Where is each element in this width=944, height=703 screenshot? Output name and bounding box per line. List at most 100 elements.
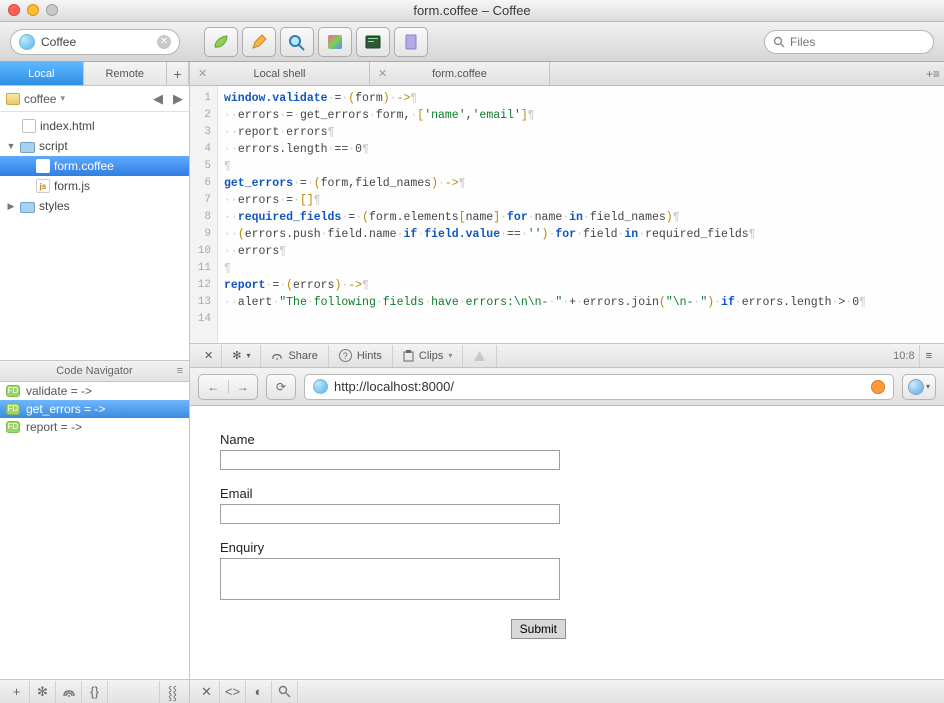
enquiry-textarea[interactable]	[220, 558, 560, 600]
preview-back-button[interactable]: ←	[199, 380, 229, 394]
site-breadcrumb[interactable]: coffee ▾ ◀ ▶	[0, 86, 189, 112]
close-tab-icon[interactable]: ✕	[198, 67, 207, 80]
leaf-tool-button[interactable]	[204, 27, 238, 57]
gear-menu-button[interactable]: ✻▾	[222, 345, 261, 367]
inspect-button[interactable]: ◐	[246, 681, 272, 703]
cursor-position: 10:8	[893, 350, 918, 362]
name-label: Name	[220, 432, 914, 447]
color-tool-button[interactable]	[318, 27, 352, 57]
email-input[interactable]	[220, 504, 560, 524]
editor-bottom-toolbar: ✕ <> ◐	[190, 679, 944, 703]
window-titlebar: form.coffee – Coffee	[0, 0, 944, 22]
stop-loading-icon[interactable]	[871, 380, 885, 394]
add-file-button[interactable]: +	[4, 681, 30, 703]
toolbar-buttons	[204, 27, 428, 57]
close-window-button[interactable]	[8, 4, 20, 16]
file-icon	[22, 119, 36, 133]
preview-reload-button[interactable]: ⟳	[266, 374, 296, 400]
clear-site-icon[interactable]: ✕	[157, 35, 171, 49]
window-title: form.coffee – Coffee	[413, 3, 530, 18]
symbol-name: report = ->	[26, 420, 82, 434]
file-name: form.coffee	[54, 159, 114, 173]
preview-url: http://localhost:8000/	[334, 379, 865, 394]
editor-tabs: ✕ Local shell ✕ form.coffee +≡	[190, 62, 944, 86]
form-field-name: Name	[220, 432, 914, 470]
code-content[interactable]: window.validate·=·(form)·->¶··errors·=·g…	[218, 86, 944, 343]
split-pane-button[interactable]: ⸾⸾	[159, 681, 185, 703]
disclosure-closed-icon[interactable]: ▶	[6, 201, 16, 212]
globe-icon	[19, 34, 35, 50]
file-tree-item[interactable]: js form.js	[0, 176, 189, 196]
clips-label: Clips	[419, 350, 443, 362]
email-label: Email	[220, 486, 914, 501]
preview-forward-button[interactable]: →	[229, 380, 258, 394]
close-preview-button[interactable]: ✕	[194, 681, 220, 703]
settings-button[interactable]: ✻	[30, 681, 56, 703]
options-menu-button[interactable]: ≡	[919, 345, 938, 367]
globe-icon	[313, 379, 328, 394]
close-tab-icon[interactable]: ✕	[378, 67, 387, 80]
form-field-enquiry: Enquiry	[220, 540, 914, 603]
sidebar-bottom-toolbar: + ✻ {} ⸾⸾	[0, 679, 189, 703]
file-tree-folder[interactable]: ▶ styles	[0, 196, 189, 216]
clips-button[interactable]: Clips ▾	[393, 345, 463, 367]
code-navigator-item[interactable]: FD get_errors = ->	[0, 400, 189, 418]
folder-icon	[20, 202, 35, 213]
code-navigator-item[interactable]: FD validate = ->	[0, 382, 189, 400]
chevron-down-icon: ▾	[60, 93, 65, 104]
editor-area: ✕ Local shell ✕ form.coffee +≡ 123456789…	[190, 62, 944, 703]
menu-icon[interactable]: ≡	[177, 365, 183, 377]
tab-overflow-button[interactable]: +≡	[926, 67, 940, 81]
sidebar-tab-add[interactable]: +	[167, 62, 189, 85]
submit-button[interactable]: Submit	[511, 619, 566, 639]
code-view-button[interactable]: <>	[220, 681, 246, 703]
preview-address-bar[interactable]: http://localhost:8000/	[304, 374, 894, 400]
zoom-window-button[interactable]	[46, 4, 58, 16]
site-name: coffee	[24, 92, 56, 106]
book-tool-button[interactable]	[394, 27, 428, 57]
warning-icon	[473, 350, 486, 362]
terminal-tool-button[interactable]	[356, 27, 390, 57]
minimize-window-button[interactable]	[27, 4, 39, 16]
preview-nav-buttons: ← →	[198, 374, 258, 400]
line-number-gutter: 1234567891011121314	[190, 86, 218, 343]
file-name: index.html	[40, 119, 95, 133]
sidebar-tab-local[interactable]: Local	[0, 62, 84, 85]
publish-button[interactable]	[56, 681, 82, 703]
site-selector[interactable]: Coffee ✕	[10, 29, 180, 55]
nav-forward-button[interactable]: ▶	[173, 91, 183, 107]
code-editor[interactable]: 1234567891011121314 window.validate·=·(f…	[190, 86, 944, 344]
hints-button[interactable]: ? Hints	[329, 345, 393, 367]
folder-name: script	[39, 139, 68, 153]
function-badge-icon: FD	[6, 421, 20, 433]
preview-toolbar: ← → ⟳ http://localhost:8000/ ▾	[190, 368, 944, 406]
disclosure-open-icon[interactable]: ▼	[6, 141, 16, 151]
search-button[interactable]	[272, 681, 298, 703]
chevron-down-icon: ▾	[926, 382, 930, 391]
name-input[interactable]	[220, 450, 560, 470]
file-search-input[interactable]	[790, 35, 944, 49]
warnings-button[interactable]	[463, 345, 497, 367]
window-controls	[8, 4, 58, 16]
editor-tab-shell[interactable]: ✕ Local shell	[190, 62, 370, 85]
file-tree-item[interactable]: form.coffee	[0, 156, 189, 176]
braces-button[interactable]: {}	[82, 681, 108, 703]
edit-tool-button[interactable]	[242, 27, 276, 57]
file-tree-folder[interactable]: ▼ script	[0, 136, 189, 156]
file-search[interactable]	[764, 30, 934, 54]
function-badge-icon: FD	[6, 403, 20, 415]
close-panel-button[interactable]: ✕	[196, 345, 222, 367]
code-navigator-item[interactable]: FD report = ->	[0, 418, 189, 436]
file-tree-item[interactable]: index.html	[0, 116, 189, 136]
sidebar-tab-remote[interactable]: Remote	[84, 62, 168, 85]
zoom-tool-button[interactable]	[280, 27, 314, 57]
folder-icon	[6, 93, 20, 105]
folder-icon	[20, 142, 35, 153]
share-button[interactable]: Share	[261, 345, 328, 367]
nav-back-button[interactable]: ◀	[153, 91, 163, 107]
hints-label: Hints	[357, 350, 382, 362]
editor-status-bar: ✕ ✻▾ Share ? Hints Clips ▾ 10:8 ≡	[190, 344, 944, 368]
editor-tab-file[interactable]: ✕ form.coffee	[370, 62, 550, 85]
preview-browser-menu[interactable]: ▾	[902, 374, 936, 400]
search-icon	[773, 36, 785, 48]
